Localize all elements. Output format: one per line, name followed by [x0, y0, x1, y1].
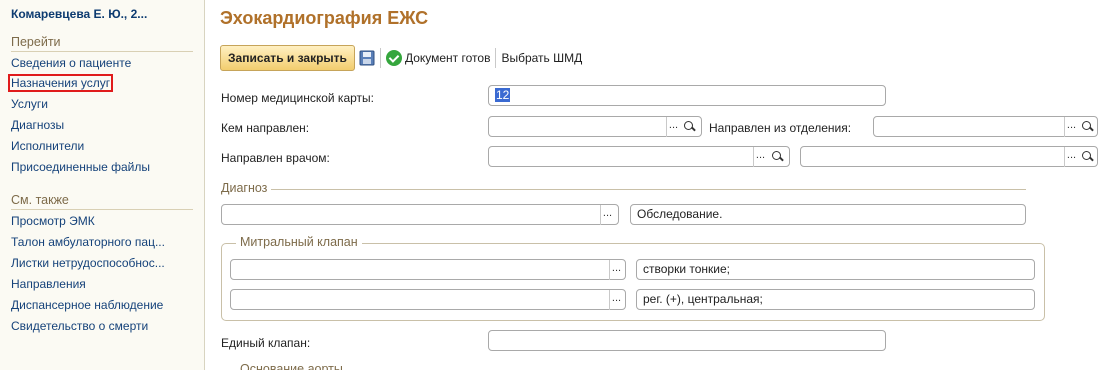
choose-template-button[interactable]: Выбрать ШМД: [501, 51, 582, 65]
toolbar-divider: [379, 48, 381, 68]
sidebar-item-sick-leave[interactable]: Листки нетрудоспособнос...: [11, 256, 165, 270]
referred-by-select-button[interactable]: ...: [666, 117, 680, 137]
sidebar-item-performers[interactable]: Исполнители: [11, 139, 84, 153]
mitral-row1-text-field[interactable]: створки тонкие;: [636, 259, 1035, 280]
department-label: Направлен из отделения:: [709, 121, 852, 135]
doctor-2-select-button[interactable]: ...: [1064, 147, 1078, 167]
department-select-button[interactable]: ...: [1064, 117, 1078, 137]
toolbar: Записать и закрыть Документ готов Выбрат…: [220, 44, 582, 72]
diagnosis-group-line: [222, 189, 1026, 190]
next-group-title: Основание аорты: [236, 362, 347, 370]
sidebar-item-outpatient-ticket[interactable]: Талон амбулаторного пац...: [11, 235, 165, 249]
referred-by-label: Кем направлен:: [221, 121, 310, 135]
mitral-row2-field[interactable]: [230, 289, 626, 310]
single-valve-field[interactable]: [488, 330, 886, 351]
search-icon[interactable]: [1080, 147, 1094, 167]
patient-name[interactable]: Комаревцева Е. Ю., 2...: [11, 7, 147, 21]
sidebar-item-dispensary[interactable]: Диспансерное наблюдение: [11, 298, 163, 312]
diagnosis-text-field[interactable]: Обследование.: [630, 204, 1026, 225]
sidebar-item-service-assignments[interactable]: Назначения услуг: [7, 74, 114, 92]
card-number-field[interactable]: 12: [488, 85, 886, 106]
doc-ready-label: Документ готов: [404, 51, 491, 65]
diagnosis-field[interactable]: [221, 204, 619, 225]
check-circle-icon: [385, 50, 402, 66]
search-icon[interactable]: [770, 147, 784, 167]
doc-ready-button[interactable]: Документ готов: [385, 50, 491, 66]
search-icon[interactable]: [682, 117, 696, 137]
diagnosis-select-button[interactable]: ...: [600, 205, 614, 225]
see-also-header: См. также: [11, 193, 193, 210]
doctor-select-button[interactable]: ...: [753, 147, 767, 167]
sidebar-item-death-certificate[interactable]: Свидетельство о смерти: [11, 319, 148, 333]
sidebar: Комаревцева Е. Ю., 2... Перейти Сведения…: [0, 0, 205, 370]
mitral-group-title: Митральный клапан: [236, 235, 362, 249]
mitral-row2-select-button[interactable]: ...: [609, 290, 623, 310]
save-icon[interactable]: [359, 50, 375, 66]
card-number-label: Номер медицинской карты:: [221, 91, 374, 105]
sidebar-item-attached-files[interactable]: Присоединенные файлы: [11, 160, 150, 174]
mitral-row2-text-field[interactable]: рег. (+), центральная;: [636, 289, 1035, 310]
mitral-row1-field[interactable]: [230, 259, 626, 280]
mitral-row1-select-button[interactable]: ...: [609, 260, 623, 280]
card-number-value: 12: [495, 88, 511, 102]
sidebar-item-services[interactable]: Услуги: [11, 97, 48, 111]
diagnosis-group-title: Диагноз: [221, 181, 272, 195]
single-valve-label: Единый клапан:: [221, 336, 311, 350]
sidebar-item-diagnoses[interactable]: Диагнозы: [11, 118, 64, 132]
sidebar-item-patient-info[interactable]: Сведения о пациенте: [11, 56, 131, 70]
doctor-field[interactable]: [488, 146, 790, 167]
save-close-button[interactable]: Записать и закрыть: [220, 45, 355, 71]
doctor-label: Направлен врачом:: [221, 151, 330, 165]
page-title: Эхокардиография ЕЖС: [220, 8, 429, 28]
doctor-field-2[interactable]: [800, 146, 1098, 167]
sidebar-item-referrals[interactable]: Направления: [11, 277, 86, 291]
sidebar-item-emk-view[interactable]: Просмотр ЭМК: [11, 214, 95, 228]
goto-header: Перейти: [11, 35, 192, 52]
search-icon[interactable]: [1080, 117, 1094, 137]
toolbar-divider: [495, 48, 497, 68]
